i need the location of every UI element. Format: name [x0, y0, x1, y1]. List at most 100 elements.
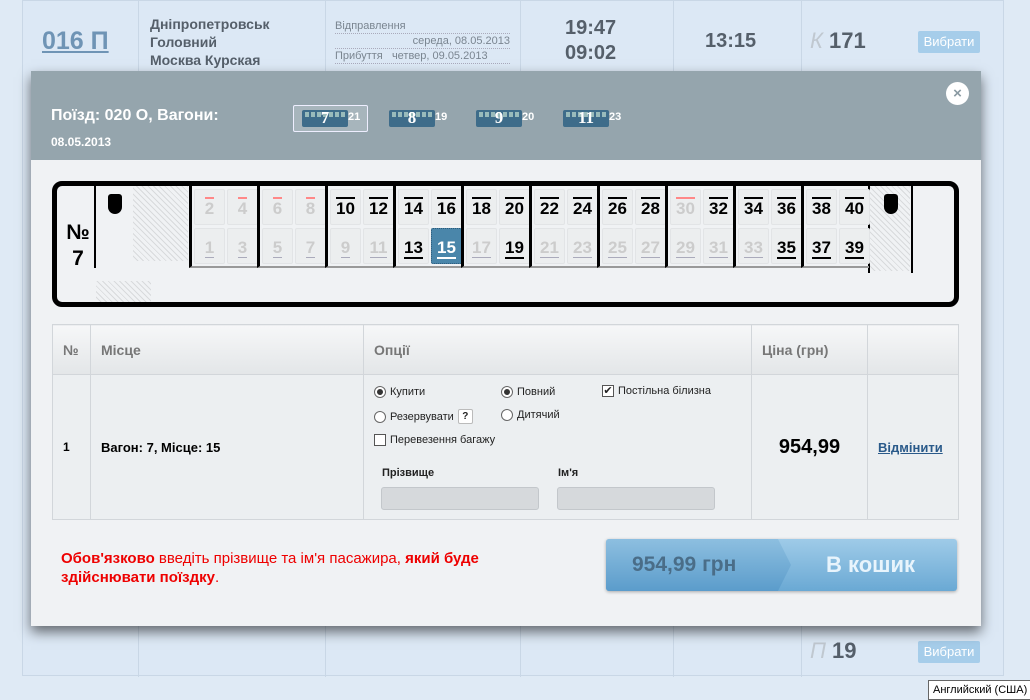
baggage-label: Перевезення багажу: [390, 434, 496, 446]
arrival-date: четвер, 09.05.2013: [391, 50, 488, 62]
seat-number: 18: [472, 197, 491, 218]
seat-19[interactable]: 19: [499, 228, 530, 264]
seat-number: 3: [237, 238, 248, 258]
seat-number: 23: [573, 238, 592, 258]
seat-28[interactable]: 28: [635, 189, 666, 225]
departure-time: 19:47: [565, 17, 617, 39]
seat-34[interactable]: 34: [738, 189, 769, 225]
seat-number: 10: [336, 197, 355, 218]
seat-18[interactable]: 18: [466, 189, 497, 225]
seat-10[interactable]: 10: [330, 189, 361, 225]
seat-40[interactable]: 40: [839, 189, 870, 225]
seat-15[interactable]: 15: [431, 228, 462, 264]
seat-20[interactable]: 20: [499, 189, 530, 225]
seat-number: 19: [505, 238, 524, 259]
seat-24[interactable]: 24: [567, 189, 598, 225]
seat-9: 9: [330, 228, 361, 264]
seat-37[interactable]: 37: [806, 228, 837, 264]
full-ticket-radio[interactable]: Повний: [501, 386, 555, 398]
buy-radio[interactable]: Купити: [374, 386, 425, 398]
hatched-area: [96, 281, 151, 302]
seat-number: 40: [845, 197, 864, 218]
seat-14[interactable]: 14: [398, 189, 429, 225]
child-ticket-radio[interactable]: Дитячий: [501, 409, 560, 421]
seat-38[interactable]: 38: [806, 189, 837, 225]
linen-checkbox[interactable]: ✔ Постільна білизна: [602, 385, 711, 397]
wagon-free-seats: 20: [522, 111, 535, 123]
seat-39[interactable]: 39: [839, 228, 870, 264]
wagon-tab[interactable]: 11 23: [554, 105, 629, 132]
wagon-tab[interactable]: 8 19: [380, 105, 455, 132]
station: Москва Курская: [150, 52, 261, 68]
wagon-number: 8: [407, 108, 417, 127]
select-button[interactable]: Вибрати: [918, 641, 980, 663]
modal-header: Поїзд: 020 О, Вагони: 08.05.2013 × 7 21 8 1…: [31, 71, 981, 160]
cart-label: В кошик: [826, 552, 916, 577]
compartment: 14 13 16 15: [393, 186, 462, 268]
name-label: Ім'я: [558, 467, 579, 479]
seat-21: 21: [534, 228, 565, 264]
col-options: Опції: [363, 324, 752, 375]
seat-number: 2: [204, 197, 215, 218]
seat-22[interactable]: 22: [534, 189, 565, 225]
surname-input[interactable]: [381, 487, 539, 510]
seat-36[interactable]: 36: [771, 189, 802, 225]
departure-label: Відправлення: [335, 19, 510, 34]
seat-3: 3: [227, 228, 258, 264]
warning-bold: Обов'язково: [61, 550, 155, 567]
seat-26[interactable]: 26: [602, 189, 633, 225]
options: Купити Резервувати? Повний Дитячий ✔ Пост…: [364, 375, 751, 519]
compartment: 22 21 24 23: [529, 186, 598, 268]
seat-12[interactable]: 12: [363, 189, 394, 225]
warning-end: .: [214, 569, 220, 586]
wagon-tab[interactable]: 9 20: [467, 105, 542, 132]
seat-35[interactable]: 35: [771, 228, 802, 264]
compartment: 30 29 32 31: [665, 186, 734, 268]
seat-number: 1: [204, 238, 215, 258]
wagon-free-seats: 23: [609, 111, 622, 123]
arrival-label: Прибуття: [335, 50, 383, 62]
reserve-radio[interactable]: Резервувати?: [374, 409, 473, 424]
cancel-link[interactable]: Відмінити: [878, 440, 943, 455]
compartment: 38 37 40 39: [801, 186, 870, 268]
class-label: П: [810, 638, 826, 663]
select-button[interactable]: Вибрати: [918, 31, 980, 53]
seat-number: 27: [641, 238, 660, 258]
hatched-area: [133, 186, 188, 261]
seat-number: 14: [404, 197, 423, 218]
add-to-cart-button[interactable]: 954,99 грн В кошик: [606, 539, 957, 591]
train-number-link[interactable]: 016 П: [42, 27, 109, 56]
col-place: Місце: [90, 324, 364, 375]
compartment: 26 25 28 27: [597, 186, 666, 268]
station: Дніпропетровськ: [150, 16, 270, 32]
times: 19:47 09:02: [565, 16, 616, 66]
car-number: № 7: [66, 221, 90, 270]
seat-number: 25: [608, 238, 627, 258]
wagon-number: 11: [577, 108, 595, 127]
close-icon[interactable]: ×: [946, 82, 969, 105]
wagon-tab[interactable]: 7 21: [293, 105, 368, 132]
linen-label: Постільна білизна: [618, 385, 711, 397]
seats: 171: [828, 28, 866, 53]
departure-date: середа, 08.05.2013: [335, 34, 510, 49]
seat-7: 7: [295, 228, 326, 264]
seat-33: 33: [738, 228, 769, 264]
seat-32[interactable]: 32: [703, 189, 734, 225]
seat-13[interactable]: 13: [398, 228, 429, 264]
seat-17: 17: [466, 228, 497, 264]
wagon-free-seats: 19: [435, 111, 448, 123]
baggage-checkbox[interactable]: Перевезення багажу: [374, 434, 495, 446]
seat-number: 12: [369, 197, 388, 218]
duration: 13:15: [705, 30, 757, 52]
seat-count: П 19: [810, 638, 856, 664]
col-actions: [867, 324, 959, 375]
seat-16[interactable]: 16: [431, 189, 462, 225]
compartment: 34 33 36 35: [733, 186, 802, 268]
route-stations: Дніпропетровськ Головний Москва Курская: [150, 15, 270, 69]
row-price: 954,99: [751, 374, 868, 520]
seat-number: 6: [272, 197, 283, 218]
help-icon[interactable]: ?: [457, 409, 473, 424]
name-input[interactable]: [557, 487, 715, 510]
compartment: 10 9 12 11: [325, 186, 394, 268]
seats: 19: [831, 638, 857, 663]
